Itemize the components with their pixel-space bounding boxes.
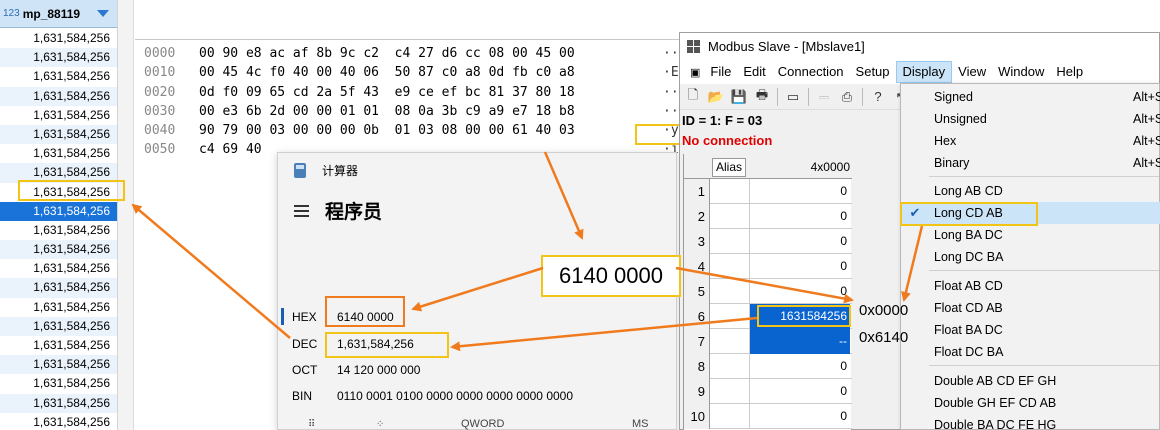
arrow-dec-to-left-column [131, 203, 291, 339]
arrow-callout-to-low-word [675, 266, 854, 304]
annotation-arrows [131, 151, 924, 352]
arrow-hex-to-callout [543, 151, 584, 240]
arrow-menu-to-low-word [901, 225, 924, 302]
arrow-callout-to-calc-hex [411, 266, 544, 312]
arrow-register-to-dec [450, 316, 758, 352]
